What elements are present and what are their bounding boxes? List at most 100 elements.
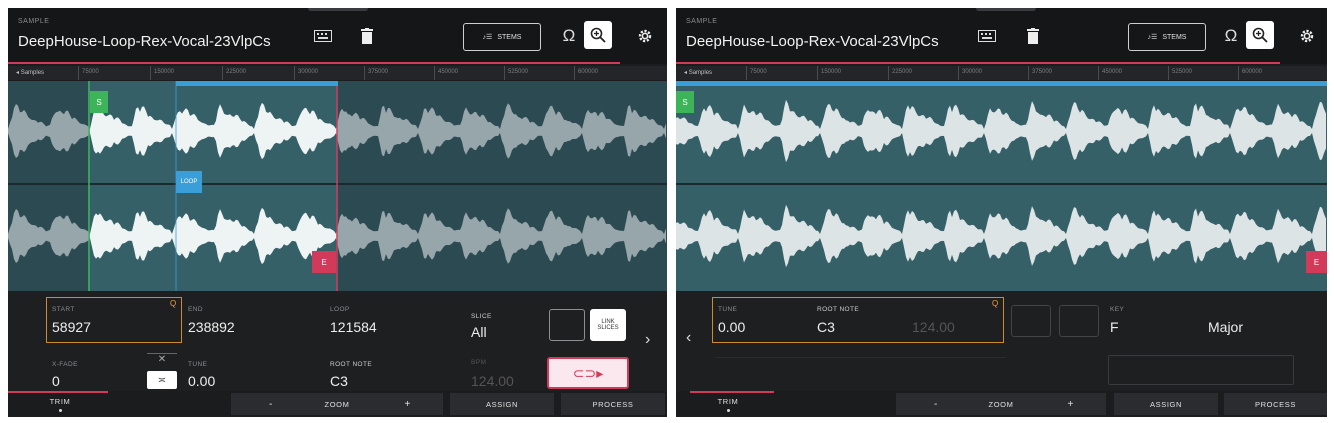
slice-value[interactable]: All (471, 324, 487, 340)
trash-icon[interactable] (1024, 26, 1042, 46)
xfade-value[interactable]: 0 (52, 373, 60, 389)
header: SAMPLE DeepHouse-Loop-Rex-Vocal-23VlpCs … (676, 8, 1327, 64)
trim-tab[interactable]: TRIM (8, 393, 112, 415)
xfade-label: X-FADE (52, 361, 78, 368)
waveform-display[interactable]: S LOOP E (8, 81, 667, 291)
trim-tab[interactable]: TRIM (676, 393, 780, 415)
loop-mode-button[interactable]: ⊂⊃▸ (547, 357, 629, 389)
quantize-badge: Q (170, 299, 177, 308)
loop-marker[interactable]: LOOP (176, 171, 202, 193)
root-note-label: ROOT NOTE (330, 361, 373, 368)
ruler-tick: 525000 (503, 66, 529, 80)
ruler-tick: 300000 (293, 66, 319, 80)
header-underline (8, 62, 620, 64)
toggle-button-off[interactable] (1059, 305, 1099, 337)
tune-field-selected[interactable] (712, 297, 1004, 343)
parameter-panel: ‹ Q TUNE 0.00 ROOT NOTE C3 124.00 KEY F … (676, 291, 1327, 391)
loop-label: LOOP (330, 306, 350, 313)
ruler-tick: 600000 (573, 66, 599, 80)
sample-ruler[interactable]: ◂ Samples 75000 150000 225000 300000 375… (676, 66, 1327, 80)
root-note-value[interactable]: C3 (817, 319, 835, 335)
zoom-icon[interactable] (584, 21, 612, 49)
crossfade-curve-exp-icon[interactable]: ≍ (147, 371, 177, 389)
chevron-left-icon[interactable]: ‹ (686, 329, 691, 347)
footer-bar: TRIM - ZOOM + ASSIGN PROCESS (676, 391, 1327, 417)
stems-icon: ♪☰ (482, 34, 493, 41)
end-value[interactable]: 238892 (188, 319, 235, 335)
start-value[interactable]: 58927 (52, 319, 91, 335)
loop-value[interactable]: 121584 (330, 319, 377, 335)
chevron-right-icon[interactable]: › (645, 331, 650, 349)
bpm-label: BPM (471, 359, 487, 366)
parameter-panel: Q START 58927 END 238892 LOOP 121584 SLI… (8, 291, 667, 391)
ruler-tick: 375000 (363, 66, 389, 80)
crossfade-curve-linear-icon[interactable]: ✕ (147, 353, 177, 366)
stems-button[interactable]: ♪☰ STEMS (1128, 23, 1206, 51)
assign-button[interactable]: ASSIGN (1114, 393, 1218, 415)
ruler-tick: 225000 (887, 66, 913, 80)
tune-value[interactable]: 0.00 (188, 373, 215, 389)
scale-value[interactable]: Major (1208, 319, 1243, 335)
start-label: START (52, 306, 75, 313)
ruler-tick: 300000 (957, 66, 983, 80)
root-note-label: ROOT NOTE (817, 306, 860, 313)
sample-caption: SAMPLE (686, 18, 718, 25)
zoom-out-button[interactable]: - (934, 399, 938, 410)
sample-caption: SAMPLE (18, 18, 50, 25)
drag-handle[interactable] (308, 8, 368, 11)
loop-region-bar (676, 81, 1327, 86)
link-slices-button[interactable]: LINK SLICES (590, 309, 626, 341)
toggle-button-off[interactable] (1011, 305, 1051, 337)
zoom-control[interactable]: - ZOOM + (896, 393, 1106, 415)
end-label: END (188, 306, 203, 313)
tune-label: TUNE (718, 306, 738, 313)
empty-row (716, 357, 1006, 384)
ruler-tick: 150000 (816, 66, 842, 80)
end-marker[interactable]: E (1306, 251, 1327, 273)
headphones-icon[interactable]: Ω (1220, 24, 1242, 48)
key-value[interactable]: F (1110, 319, 1119, 335)
tune-label: TUNE (188, 361, 208, 368)
bpm-value: 124.00 (471, 373, 514, 389)
gear-icon[interactable] (1296, 25, 1318, 47)
process-button[interactable]: PROCESS (561, 393, 665, 415)
waveform-svg (676, 81, 1327, 291)
keyboard-icon[interactable] (312, 28, 334, 44)
stems-button[interactable]: ♪☰ STEMS (463, 23, 541, 51)
convert-button-disabled[interactable] (1108, 355, 1294, 385)
tune-value[interactable]: 0.00 (718, 319, 745, 335)
ruler-tick: 600000 (1237, 66, 1263, 80)
trash-icon[interactable] (358, 26, 376, 46)
waveform-display[interactable]: S E (676, 81, 1327, 291)
link-toggle-off[interactable] (549, 309, 585, 341)
assign-button[interactable]: ASSIGN (450, 393, 554, 415)
ruler-tick: 525000 (1167, 66, 1193, 80)
sample-name[interactable]: DeepHouse-Loop-Rex-Vocal-23VlpCs (18, 33, 271, 50)
sample-name[interactable]: DeepHouse-Loop-Rex-Vocal-23VlpCs (686, 33, 939, 50)
start-marker[interactable]: S (676, 91, 694, 113)
start-marker[interactable]: S (90, 91, 108, 113)
zoom-out-button[interactable]: - (269, 399, 273, 410)
zoom-in-button[interactable]: + (1068, 399, 1074, 410)
quantize-badge: Q (992, 299, 999, 308)
loop-icon: ⊂⊃▸ (572, 364, 604, 381)
gear-icon[interactable] (634, 25, 656, 47)
key-label: KEY (1110, 306, 1125, 313)
ruler-tick: 225000 (221, 66, 247, 80)
drag-handle[interactable] (976, 8, 1036, 11)
ruler-tick: 375000 (1027, 66, 1053, 80)
zoom-control[interactable]: - ZOOM + (231, 393, 443, 415)
ruler-tick: 75000 (78, 66, 99, 80)
keyboard-icon[interactable] (976, 28, 998, 44)
zoom-in-button[interactable]: + (405, 399, 411, 410)
root-note-value[interactable]: C3 (330, 373, 348, 389)
headphones-icon[interactable]: Ω (558, 24, 580, 48)
sample-ruler[interactable]: ◂ Samples 75000 150000 225000 300000 375… (8, 66, 667, 80)
ruler-tick: 450000 (433, 66, 459, 80)
zoom-icon[interactable] (1246, 21, 1274, 49)
end-marker[interactable]: E (312, 251, 336, 273)
header-underline (676, 62, 1280, 64)
ruler-label: ◂ Samples (684, 70, 713, 76)
process-button[interactable]: PROCESS (1224, 393, 1327, 415)
ruler-tick: 75000 (746, 66, 767, 80)
